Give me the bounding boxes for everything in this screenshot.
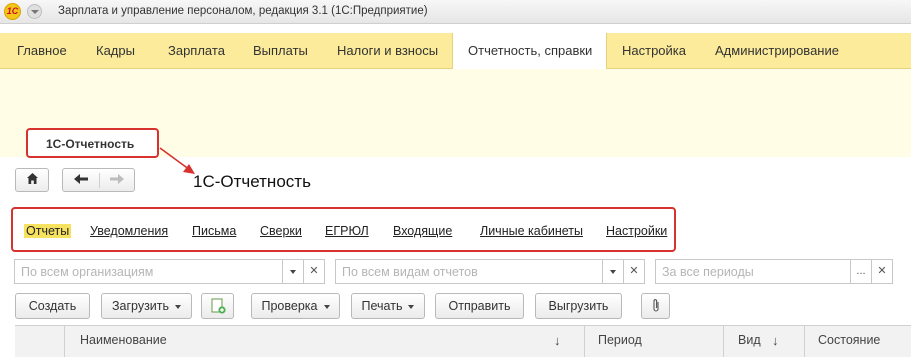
section-panel: Главное Кадры Зарплата Выплаты Налоги и …: [0, 33, 911, 70]
tab-settings[interactable]: Настройки: [606, 224, 667, 238]
column-separator: [723, 325, 724, 357]
clear-icon: ✕: [877, 265, 887, 277]
section-taxes[interactable]: Налоги и взносы: [337, 33, 438, 69]
section-reporting[interactable]: Отчетность, справки: [452, 33, 607, 70]
report-type-clear-button[interactable]: ✕: [623, 259, 645, 284]
section-main[interactable]: Главное: [17, 33, 67, 69]
window-title: Зарплата и управление персоналом, редакц…: [58, 5, 428, 17]
report-type-dropdown-button[interactable]: [602, 259, 624, 284]
print-button-label: Печать: [361, 299, 403, 313]
period-filter-input[interactable]: За все периоды: [655, 259, 851, 284]
tab-reconciliations[interactable]: Сверки: [260, 224, 302, 238]
app-window: 1С Зарплата и управление персоналом, ред…: [0, 0, 911, 357]
section-payments[interactable]: Выплаты: [253, 33, 308, 69]
sort-down-icon: ↓: [772, 333, 779, 348]
column-type[interactable]: Вид: [738, 333, 761, 347]
load-button[interactable]: Загрузить: [101, 293, 192, 319]
organization-clear-button[interactable]: ✕: [303, 259, 325, 284]
section-administration[interactable]: Администрирование: [715, 33, 839, 69]
report-type-filter-input[interactable]: По всем видам отчетов: [335, 259, 603, 284]
tab-incoming[interactable]: Входящие: [393, 224, 452, 238]
clear-icon: ✕: [309, 265, 319, 277]
chevron-down-icon: [175, 304, 182, 309]
tab-letters[interactable]: Письма: [192, 224, 236, 238]
tab-egrul[interactable]: ЕГРЮЛ: [325, 224, 369, 238]
organization-filter-placeholder: По всем организациям: [21, 265, 154, 279]
report-type-filter-placeholder: По всем видам отчетов: [342, 265, 478, 279]
home-button[interactable]: [15, 168, 49, 192]
chevron-down-icon: [323, 304, 330, 309]
period-filter-placeholder: За все периоды: [662, 265, 754, 279]
print-button[interactable]: Печать: [351, 293, 425, 319]
1c-logo-icon[interactable]: 1С: [4, 3, 21, 20]
clear-icon: ✕: [629, 265, 639, 277]
section-personnel[interactable]: Кадры: [96, 33, 135, 69]
main-menu-icon[interactable]: [27, 4, 42, 19]
period-clear-button[interactable]: ✕: [871, 259, 893, 284]
chevron-down-icon: [610, 270, 616, 274]
add-file-icon: [211, 298, 226, 322]
home-icon: [26, 172, 39, 188]
title-bar: 1С Зарплата и управление персоналом, ред…: [0, 0, 911, 24]
section-salary[interactable]: Зарплата: [168, 33, 225, 69]
column-separator: [64, 325, 65, 357]
column-name[interactable]: Наименование: [80, 333, 167, 347]
column-separator: [804, 325, 805, 357]
attach-button[interactable]: [641, 293, 670, 319]
tab-notifications[interactable]: Уведомления: [90, 224, 168, 238]
add-file-button[interactable]: [201, 293, 234, 319]
create-button[interactable]: Создать: [15, 293, 90, 319]
chevron-down-icon: [290, 270, 296, 274]
section-settings[interactable]: Настройка: [622, 33, 686, 69]
column-period[interactable]: Период: [598, 333, 642, 347]
check-button-label: Проверка: [261, 299, 318, 313]
back-forward-group: [62, 168, 135, 192]
back-arrow-icon[interactable]: [73, 172, 89, 189]
tab-personal-accounts[interactable]: Личные кабинеты: [480, 224, 583, 238]
column-separator: [584, 325, 585, 357]
column-status[interactable]: Состояние: [818, 333, 880, 347]
load-button-label: Загрузить: [111, 299, 170, 313]
reporting-command-link[interactable]: 1С-Отчетность: [46, 137, 134, 151]
forward-arrow-icon[interactable]: [109, 172, 125, 189]
page-title: 1С-Отчетность: [193, 172, 311, 191]
organization-filter-input[interactable]: По всем организациям: [14, 259, 283, 284]
sort-down-icon: ↓: [554, 333, 561, 348]
send-button[interactable]: Отправить: [435, 293, 524, 319]
export-button[interactable]: Выгрузить: [535, 293, 622, 319]
organization-dropdown-button[interactable]: [282, 259, 304, 284]
paperclip-icon: [651, 298, 661, 322]
tab-reports[interactable]: Отчеты: [24, 224, 72, 238]
check-button[interactable]: Проверка: [251, 293, 340, 319]
ellipsis-icon: ...: [856, 265, 866, 277]
chevron-down-icon: [408, 304, 415, 309]
period-select-button[interactable]: ...: [850, 259, 872, 284]
